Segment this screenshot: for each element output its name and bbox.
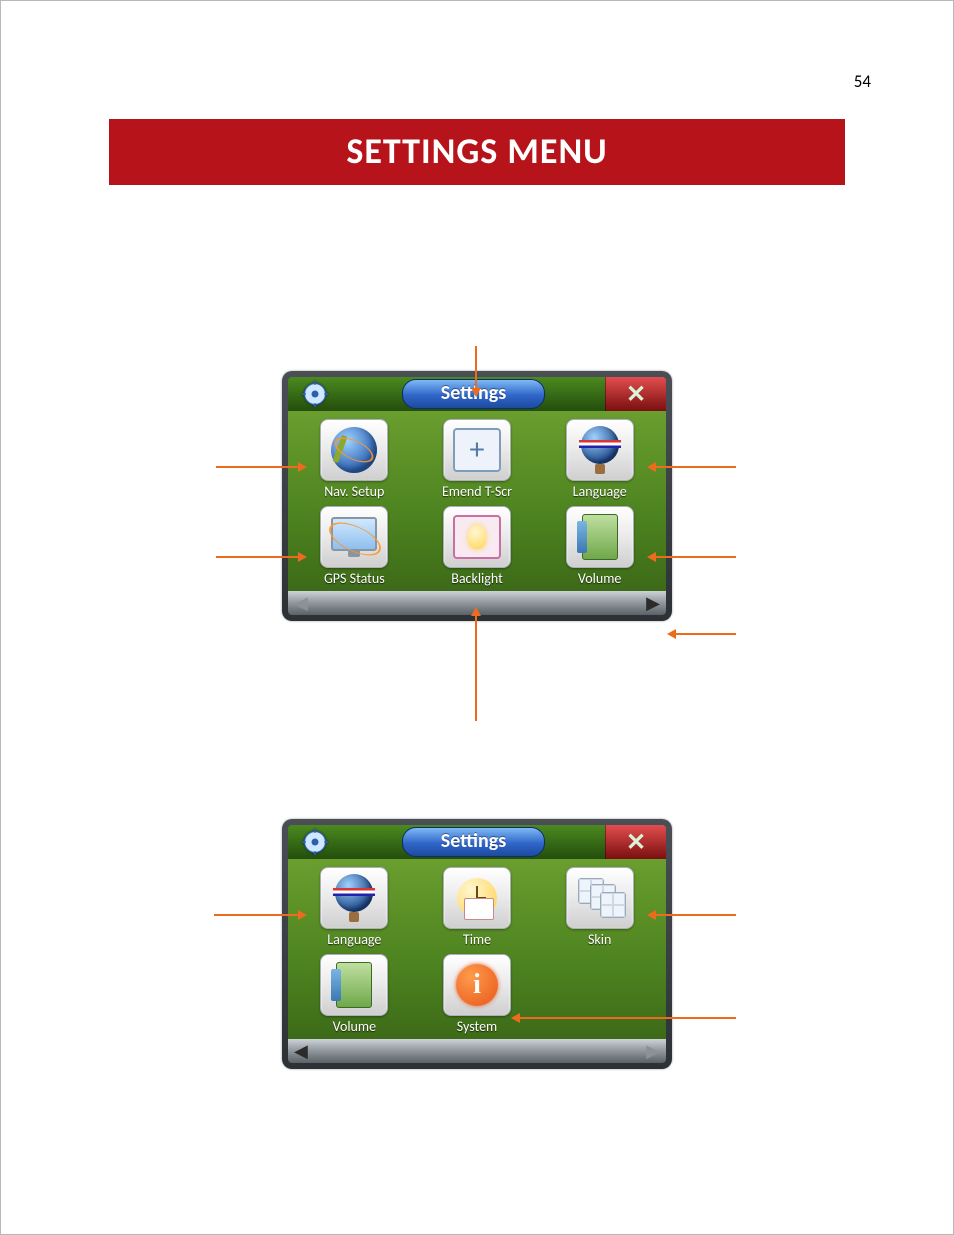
screen2-grid: Language Time Skin Volume xyxy=(288,859,666,1039)
next-page-icon[interactable]: ▶ xyxy=(646,592,660,614)
arrowhead-icon xyxy=(471,607,481,616)
tile-label: Emend T-Scr xyxy=(442,483,512,500)
tile-language[interactable]: Language xyxy=(547,419,652,500)
device-frame-2: Settings ✕ Language Time Skin xyxy=(282,819,672,1069)
tile-label: Backlight xyxy=(451,570,503,587)
tile-system[interactable]: i System xyxy=(425,954,530,1035)
settings-gear-icon[interactable] xyxy=(288,377,342,411)
callout-arrow xyxy=(214,914,298,916)
close-icon[interactable]: ✕ xyxy=(605,377,666,411)
screen2-navbar: ◀ ▶ xyxy=(288,1039,666,1063)
arrowhead-icon xyxy=(511,1013,520,1023)
arrowhead-icon xyxy=(471,388,481,397)
tile-time[interactable]: Time xyxy=(425,867,530,948)
arrowhead-icon xyxy=(647,462,656,472)
tile-volume[interactable]: Volume xyxy=(302,954,407,1035)
callout-arrow xyxy=(656,466,736,468)
prev-page-icon[interactable]: ◀ xyxy=(294,1040,308,1062)
tile-gps-status[interactable]: GPS Status xyxy=(302,506,407,587)
arrowhead-icon xyxy=(647,910,656,920)
tile-skin[interactable]: Skin xyxy=(547,867,652,948)
tile-label: System xyxy=(457,1018,497,1035)
screen1-grid: Nav. Setup + Emend T-Scr Language GPS St… xyxy=(288,411,666,591)
tile-emend-tscr[interactable]: + Emend T-Scr xyxy=(425,419,530,500)
callout-arrow xyxy=(216,466,298,468)
callout-arrow xyxy=(656,556,736,558)
page-number: 54 xyxy=(854,71,871,92)
arrowhead-icon xyxy=(667,629,676,639)
arrowhead-icon xyxy=(298,552,307,562)
settings-gear-icon[interactable] xyxy=(288,825,342,859)
callout-arrow xyxy=(216,556,298,558)
close-icon[interactable]: ✕ xyxy=(605,825,666,859)
tile-label: Volume xyxy=(578,570,621,587)
arrowhead-icon xyxy=(298,910,307,920)
tile-label: Skin xyxy=(588,931,611,948)
screen2-topbar: Settings ✕ xyxy=(288,825,666,859)
device-frame-1: Settings ✕ Nav. Setup + Emend T-Scr xyxy=(282,371,672,621)
arrowhead-icon xyxy=(298,462,307,472)
tile-label: Volume xyxy=(333,1018,376,1035)
tile-volume[interactable]: Volume xyxy=(547,506,652,587)
prev-page-icon: ◀ xyxy=(294,592,308,614)
next-page-icon: ▶ xyxy=(646,1040,660,1062)
tile-backlight[interactable]: Backlight xyxy=(425,506,530,587)
tile-nav-setup[interactable]: Nav. Setup xyxy=(302,419,407,500)
tile-language[interactable]: Language xyxy=(302,867,407,948)
tile-label: GPS Status xyxy=(324,570,385,587)
tile-label: Language xyxy=(573,483,627,500)
callout-arrow xyxy=(656,914,736,916)
callout-arrow xyxy=(475,346,477,388)
tile-label: Nav. Setup xyxy=(324,483,384,500)
tile-label: Language xyxy=(327,931,381,948)
callout-arrow xyxy=(676,633,736,635)
tile-label: Time xyxy=(463,931,491,948)
arrowhead-icon xyxy=(647,552,656,562)
page-title: SETTINGS MENU xyxy=(109,119,845,185)
callout-arrow xyxy=(475,616,477,721)
callout-arrow xyxy=(520,1017,736,1019)
screen2-title: Settings xyxy=(402,827,545,857)
page: 54 SETTINGS MENU Settings ✕ Nav. Set xyxy=(0,0,954,1235)
